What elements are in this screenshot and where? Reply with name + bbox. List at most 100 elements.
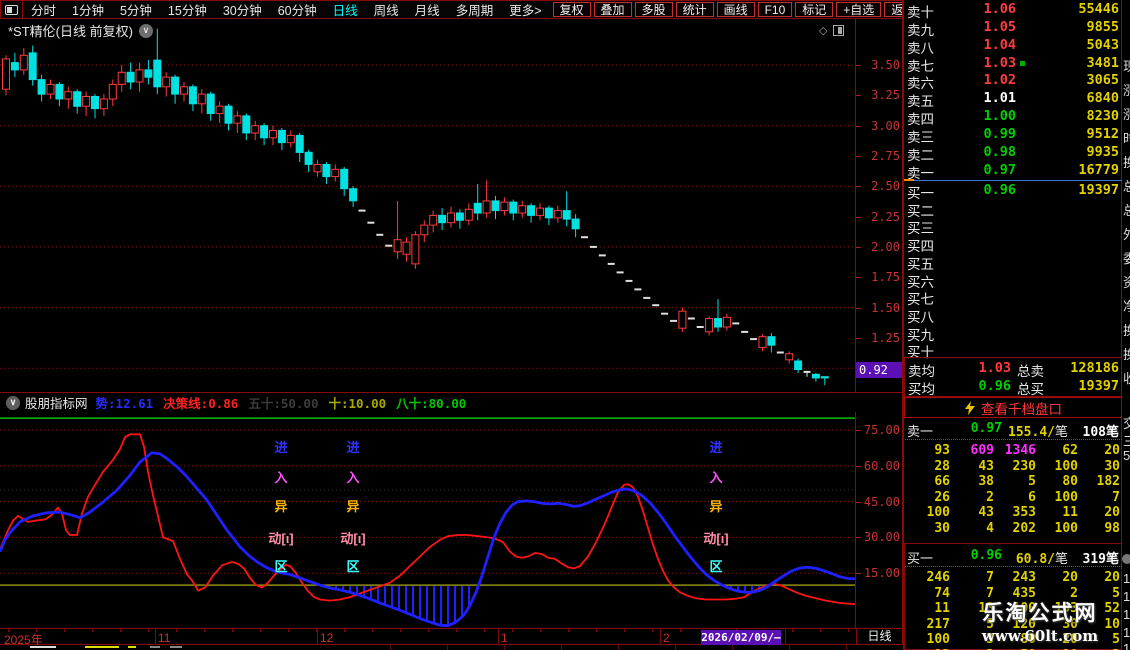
indicator-param-五十: 五十:50.00 xyxy=(248,396,318,411)
sell-row-3[interactable]: 卖三0.999512 xyxy=(904,126,1121,144)
menu-button-F10[interactable]: F10 xyxy=(758,2,793,17)
time-tick xyxy=(204,629,205,632)
table-row: 100380205 xyxy=(904,632,1123,648)
menu-item-分时[interactable]: 分时 xyxy=(23,0,64,19)
buy-detail-header: 买一 0.96 60.8/笔 319笔 xyxy=(904,548,1123,565)
menu-item-60分钟[interactable]: 60分钟 xyxy=(270,0,325,19)
indicator-param-势: 势:12.61 xyxy=(96,396,154,411)
time-tick xyxy=(484,629,485,632)
order-count-cell: 4 xyxy=(952,521,994,536)
sell-avg-price: 1.03 xyxy=(949,360,1011,376)
order-count-cell: 100 xyxy=(1036,490,1078,505)
table-row: 100433531120 xyxy=(904,505,1123,521)
indicator-params: 势:12.61决策线:0.86五十:50.00十:10.00八十:80.00 xyxy=(96,393,477,412)
buy-row-8[interactable]: 买八 xyxy=(904,306,1121,324)
buy-row-1[interactable]: 买一0.9619397 xyxy=(904,182,1121,200)
sell-row-6[interactable]: 卖六1.023065 xyxy=(904,72,1121,90)
menu-item-1分钟[interactable]: 1分钟 xyxy=(64,0,112,19)
order-count-cell: 6 xyxy=(994,490,1036,505)
menu-item-周线[interactable]: 周线 xyxy=(366,0,407,19)
order-count-cell: 2 xyxy=(952,490,994,505)
order-count-cell: 43 xyxy=(952,459,994,474)
order-count-cell: 30 xyxy=(1078,459,1120,474)
order-count-cell: 80 xyxy=(994,632,1036,647)
chevron-down-icon[interactable]: ∨ xyxy=(139,24,153,38)
grid-fragment xyxy=(732,645,733,650)
sell-row-9[interactable]: 卖九1.059855 xyxy=(904,19,1121,37)
order-count-cell: 11 xyxy=(908,601,950,616)
indicator-name[interactable]: 股朋指标网 xyxy=(25,393,88,412)
view-thousand-level-button[interactable]: 查看千档盘口 xyxy=(904,397,1123,418)
buy-row-2[interactable]: 买二 xyxy=(904,200,1121,218)
buy-row-4[interactable]: 买四 xyxy=(904,235,1121,253)
order-book-panel: 卖十1.0655446卖九1.059855卖八1.045043卖七1.03348… xyxy=(903,0,1122,650)
buy-row-5[interactable]: 买五 xyxy=(904,253,1121,271)
annotation-char: 入 xyxy=(261,467,301,486)
menu-item-多周期[interactable]: 多周期 xyxy=(448,0,502,19)
level-volume: 16779 xyxy=(1020,162,1119,178)
menu-item-5分钟[interactable]: 5分钟 xyxy=(112,0,160,19)
menu-item-更多>[interactable]: 更多> xyxy=(501,0,549,19)
trading-terminal: 分时1分钟5分钟15分钟30分钟60分钟日线周线月线多周期更多> 复权叠加多股统… xyxy=(0,0,1130,650)
clipped-char: 净 xyxy=(1123,296,1130,315)
panel-icon[interactable] xyxy=(833,25,844,36)
menu-button-标记[interactable]: 标记 xyxy=(795,2,833,17)
menu-button-+自选[interactable]: +自选 xyxy=(836,2,881,17)
sell-row-10[interactable]: 卖十1.0655446 xyxy=(904,1,1121,19)
time-tick xyxy=(568,629,569,632)
order-count-cell: 20 xyxy=(1078,443,1120,458)
sell-row-2[interactable]: 卖二0.989935 xyxy=(904,144,1121,162)
time-tick xyxy=(120,629,121,632)
order-count-cell: 43 xyxy=(952,505,994,520)
clipped-char: 1 xyxy=(1123,625,1130,640)
sell-row-5[interactable]: 卖五1.016840 xyxy=(904,90,1121,108)
clipped-char: 换 xyxy=(1123,152,1130,171)
price-tick-2.00: 2.00 xyxy=(858,240,900,254)
collapse-icon[interactable]: ∨ xyxy=(6,396,20,410)
menu-button-多股[interactable]: 多股 xyxy=(635,2,673,17)
buy-row-7[interactable]: 买七 xyxy=(904,288,1121,306)
lv2-banner-label: 查看千档盘口 xyxy=(981,398,1062,418)
table-row: 9360913466220 xyxy=(904,443,1123,459)
level-price: 1.03 xyxy=(954,55,1016,71)
axis-tick xyxy=(856,466,861,467)
order-count-cell: 98 xyxy=(1078,521,1120,536)
order-count-cell: 100 xyxy=(908,632,950,647)
level-price: 1.00 xyxy=(954,108,1016,124)
sell-average-row: 卖均 1.03 总卖 128186 xyxy=(905,360,1122,378)
glyph-fragment xyxy=(30,646,56,648)
buy-avg-label: 买均 xyxy=(908,378,935,398)
order-count-cell: 13 xyxy=(952,601,994,616)
layout-toggle-button[interactable] xyxy=(1,1,23,18)
menu-item-月线[interactable]: 月线 xyxy=(407,0,448,19)
buy-row-3[interactable]: 买三 xyxy=(904,217,1121,235)
level-price: 0.98 xyxy=(954,144,1016,160)
menu-item-日线[interactable]: 日线 xyxy=(325,0,366,19)
sell-one-price: 0.97 xyxy=(944,421,1002,436)
menu-button-复权[interactable]: 复权 xyxy=(553,2,591,17)
indicator-param-十: 十:10.00 xyxy=(328,396,386,411)
menu-item-30分钟[interactable]: 30分钟 xyxy=(215,0,270,19)
buy-row-6[interactable]: 买六 xyxy=(904,271,1121,289)
sell-row-7[interactable]: 卖七1.033481 xyxy=(904,55,1121,73)
sell-row-4[interactable]: 卖四1.008230 xyxy=(904,108,1121,126)
buy-row-9[interactable]: 买九 xyxy=(904,324,1121,342)
time-tick xyxy=(36,629,37,632)
menu-button-画线[interactable]: 画线 xyxy=(717,2,755,17)
sell-row-8[interactable]: 卖八1.045043 xyxy=(904,37,1121,55)
main-chart-area[interactable] xyxy=(0,19,855,392)
period-label: 日线 xyxy=(856,628,903,645)
menu-button-叠加[interactable]: 叠加 xyxy=(594,2,632,17)
sell-row-1[interactable]: 卖一0.9716779 xyxy=(904,162,1121,180)
grid-fragment xyxy=(447,645,448,650)
diamond-icon[interactable]: ◇ xyxy=(819,24,827,37)
clipped-char: 资 xyxy=(1123,272,1130,291)
annotation-char: 入 xyxy=(333,467,373,486)
order-count-cell: 2 xyxy=(1036,586,1078,601)
total-buy-label: 总买 xyxy=(1017,378,1044,398)
table-row: 74743525 xyxy=(904,586,1123,602)
order-count-cell: 80 xyxy=(1036,474,1078,489)
menu-item-15分钟[interactable]: 15分钟 xyxy=(160,0,215,19)
price-tick-1.75: 1.75 xyxy=(858,270,900,284)
menu-button-统计[interactable]: 统计 xyxy=(676,2,714,17)
